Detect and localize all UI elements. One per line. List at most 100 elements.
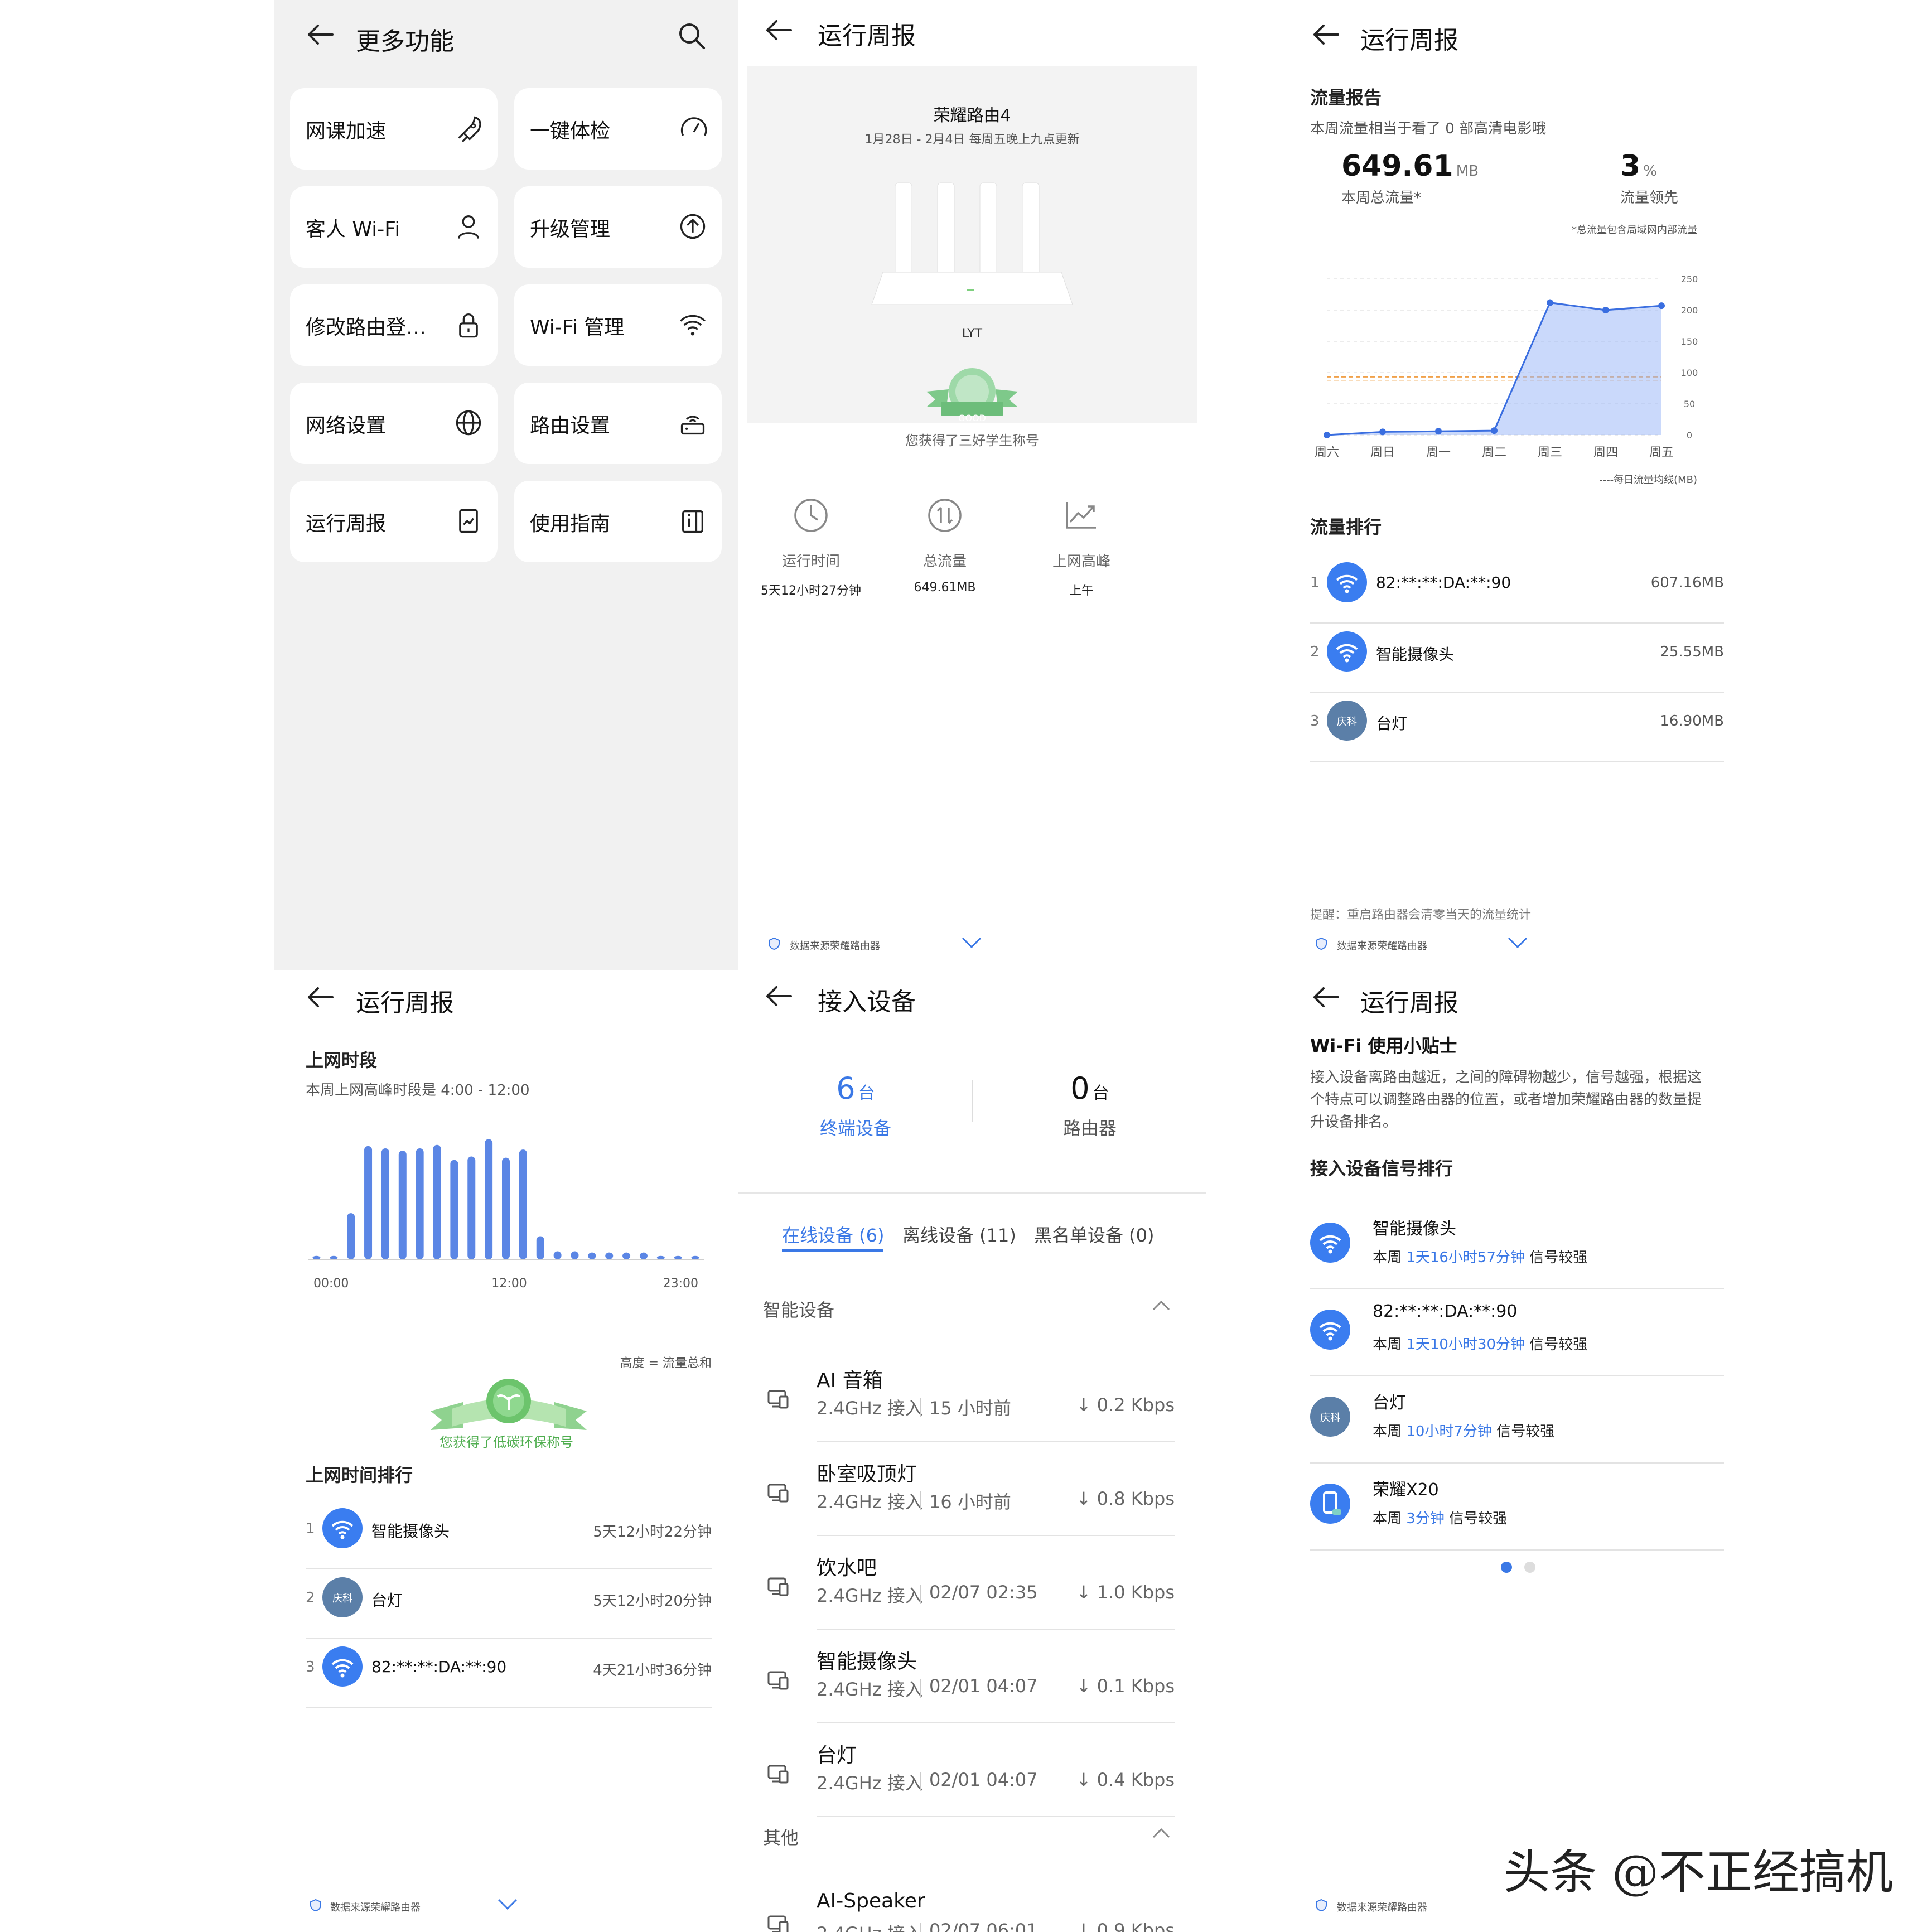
row-divider: [1310, 1549, 1724, 1551]
function-tile[interactable]: 运行周报: [290, 481, 498, 562]
signal-row[interactable]: 荣耀X20 本周 3分钟 信号较强: [1310, 1466, 1724, 1553]
bar: [605, 1252, 614, 1259]
device-row[interactable]: 饮水吧 2.4GHz 接入 02/07 02:35 ↓ 1.0 Kbps: [738, 1545, 1206, 1639]
ranking-row[interactable]: 2 智能摄像头 25.55MB: [1310, 631, 1724, 701]
page-title: 运行周报: [356, 989, 454, 1017]
group-smart-devices[interactable]: 智能设备: [763, 1296, 834, 1322]
online-period-screen: 运行周报 上网时段 本周上网高峰时段是 4:00 - 12:00 00:00 12…: [274, 970, 738, 1932]
tab-indicator: [782, 1249, 883, 1252]
router-label[interactable]: 路由器: [1006, 1114, 1173, 1140]
device-value: 607.16MB: [1650, 574, 1724, 591]
shield-icon: [310, 1899, 321, 1912]
signal-row[interactable]: 82:**:**:DA:**:90 本周 1天10小时30分钟 信号较强: [1310, 1292, 1724, 1379]
separator: [920, 1679, 921, 1698]
ranking-row[interactable]: 3 庆科 台灯 16.90MB: [1310, 701, 1724, 770]
device-icon: [766, 1912, 791, 1932]
tab-online[interactable]: 在线设备 (6): [782, 1221, 885, 1247]
total-traffic-label: 本周总流量*: [1341, 190, 1422, 206]
traffic-lead: 3 %: [1620, 149, 1657, 183]
date-range: 1月28日 - 2月4日 每周五晚上九点更新: [864, 133, 1080, 147]
lock-icon: [459, 313, 478, 338]
badge-caption: 您获得了低碳环保称号: [439, 1434, 573, 1450]
wifi-icon: [1336, 574, 1358, 593]
avatar-text: 庆科: [1320, 1412, 1340, 1424]
back-arrow-icon[interactable]: [763, 15, 794, 46]
device-icon: [766, 1480, 791, 1507]
router-count[interactable]: 0 台: [1006, 1071, 1173, 1106]
search-icon[interactable]: [676, 20, 707, 51]
ranking-row[interactable]: 2 庆科 台灯 5天12小时20分钟: [306, 1577, 712, 1646]
ranking-title: 接入设备信号排行: [1310, 1158, 1453, 1179]
row-divider: [1310, 1288, 1724, 1289]
wifi-icon: [1319, 1235, 1341, 1254]
signal-quality: 信号较强: [1529, 1336, 1588, 1353]
back-arrow-icon[interactable]: [1310, 19, 1341, 50]
function-tile[interactable]: 修改路由登…: [290, 284, 498, 366]
device-row[interactable]: AI 音箱 2.4GHz 接入 15 小时前 ↓ 0.2 Kbps: [738, 1358, 1206, 1451]
data-point: [1379, 428, 1386, 436]
device-rate: ↓ 0.9 Kbps: [1076, 1920, 1175, 1932]
ranking-row[interactable]: 3 82:**:**:DA:**:90 4天21小时36分钟: [306, 1646, 712, 1716]
device-row[interactable]: 卧室吸顶灯 2.4GHz 接入 16 小时前 ↓ 0.8 Kbps: [738, 1451, 1206, 1545]
back-arrow-icon[interactable]: [305, 982, 336, 1013]
x-tick-label: 周日: [1370, 446, 1395, 460]
device-row[interactable]: 台灯 2.4GHz 接入 02/01 04:07 ↓ 0.4 Kbps: [738, 1732, 1206, 1826]
function-tile[interactable]: Wi-Fi 管理: [514, 284, 722, 366]
guide-icon: [682, 510, 703, 533]
function-tile[interactable]: 升级管理: [514, 186, 722, 268]
ranking-row[interactable]: 1 82:**:**:DA:**:90 607.16MB: [1310, 562, 1724, 631]
stat-value: 649.61MB: [914, 581, 976, 595]
function-tile-label: 修改路由登…: [306, 316, 427, 339]
rank-number: 3: [306, 1659, 315, 1675]
x-tick-label: 周六: [1315, 446, 1339, 460]
gauge-icon: [680, 117, 707, 136]
data-point: [1658, 302, 1665, 310]
tab-offline[interactable]: 离线设备 (11): [902, 1221, 1016, 1247]
bar: [364, 1146, 373, 1259]
stat-value: 5天12小时27分钟: [761, 584, 861, 598]
page-dot-active[interactable]: [1501, 1562, 1512, 1573]
function-tile-label: 使用指南: [530, 513, 611, 535]
detail-prefix: 本周: [1373, 1423, 1402, 1440]
device-name: 台灯: [817, 1744, 857, 1767]
back-arrow-icon[interactable]: [305, 19, 336, 50]
chevron-up-icon[interactable]: [1151, 1826, 1171, 1839]
rocket-icon: [458, 116, 481, 142]
tab-blacklist[interactable]: 黑名单设备 (0): [1034, 1221, 1155, 1247]
bar: [502, 1157, 510, 1259]
bar: [674, 1255, 682, 1259]
section-divider: [738, 1192, 1206, 1194]
globe-icon: [456, 410, 481, 436]
device-row[interactable]: AI-Speaker 2.4GHz 接入 02/07 06:01 ↓ 0.9 Kbps: [738, 1883, 1206, 1932]
device-row[interactable]: 智能摄像头 2.4GHz 接入 02/01 04:07 ↓ 0.1 Kbps: [738, 1639, 1206, 1732]
chevron-down-icon[interactable]: [960, 935, 983, 950]
group-other[interactable]: 其他: [763, 1824, 799, 1849]
low-carbon-badge: [431, 1379, 587, 1430]
function-tile[interactable]: 使用指南: [514, 481, 722, 562]
terminal-count[interactable]: 6 台: [772, 1071, 939, 1106]
device-value: 25.55MB: [1660, 644, 1724, 660]
device-name: 智能摄像头: [371, 1522, 450, 1540]
chevron-down-icon[interactable]: [1506, 935, 1529, 950]
bar: [588, 1252, 596, 1259]
signal-row[interactable]: 庆科 台灯 本周 10小时7分钟 信号较强: [1310, 1379, 1724, 1466]
function-tile[interactable]: 网络设置: [290, 383, 498, 464]
signal-row[interactable]: 智能摄像头 本周 1天16小时57分钟 信号较强: [1310, 1205, 1724, 1292]
function-tile[interactable]: 客人 Wi-Fi: [290, 186, 498, 268]
signal-quality: 信号较强: [1529, 1249, 1588, 1266]
page-dot[interactable]: [1524, 1562, 1535, 1573]
device-last-seen: 02/07 06:01: [929, 1920, 1038, 1932]
chevron-up-icon[interactable]: [1151, 1298, 1171, 1312]
chevron-down-icon[interactable]: [496, 1896, 519, 1912]
device-last-seen: 02/01 04:07: [929, 1769, 1038, 1790]
function-tile[interactable]: 路由设置: [514, 383, 722, 464]
section-subtitle: 本周流量相当于看了 0 部高清电影哦: [1310, 120, 1547, 137]
back-arrow-icon[interactable]: [763, 981, 794, 1012]
back-arrow-icon[interactable]: [1310, 982, 1341, 1013]
function-tile[interactable]: 网课加速: [290, 88, 498, 170]
function-tile[interactable]: 一键体检: [514, 88, 722, 170]
traffic-lead-label: 流量领先: [1620, 190, 1679, 206]
function-tile-label: 一键体检: [530, 120, 611, 143]
terminal-label[interactable]: 终端设备: [772, 1114, 939, 1140]
ranking-row[interactable]: 1 智能摄像头 5天12小时22分钟: [306, 1508, 712, 1577]
